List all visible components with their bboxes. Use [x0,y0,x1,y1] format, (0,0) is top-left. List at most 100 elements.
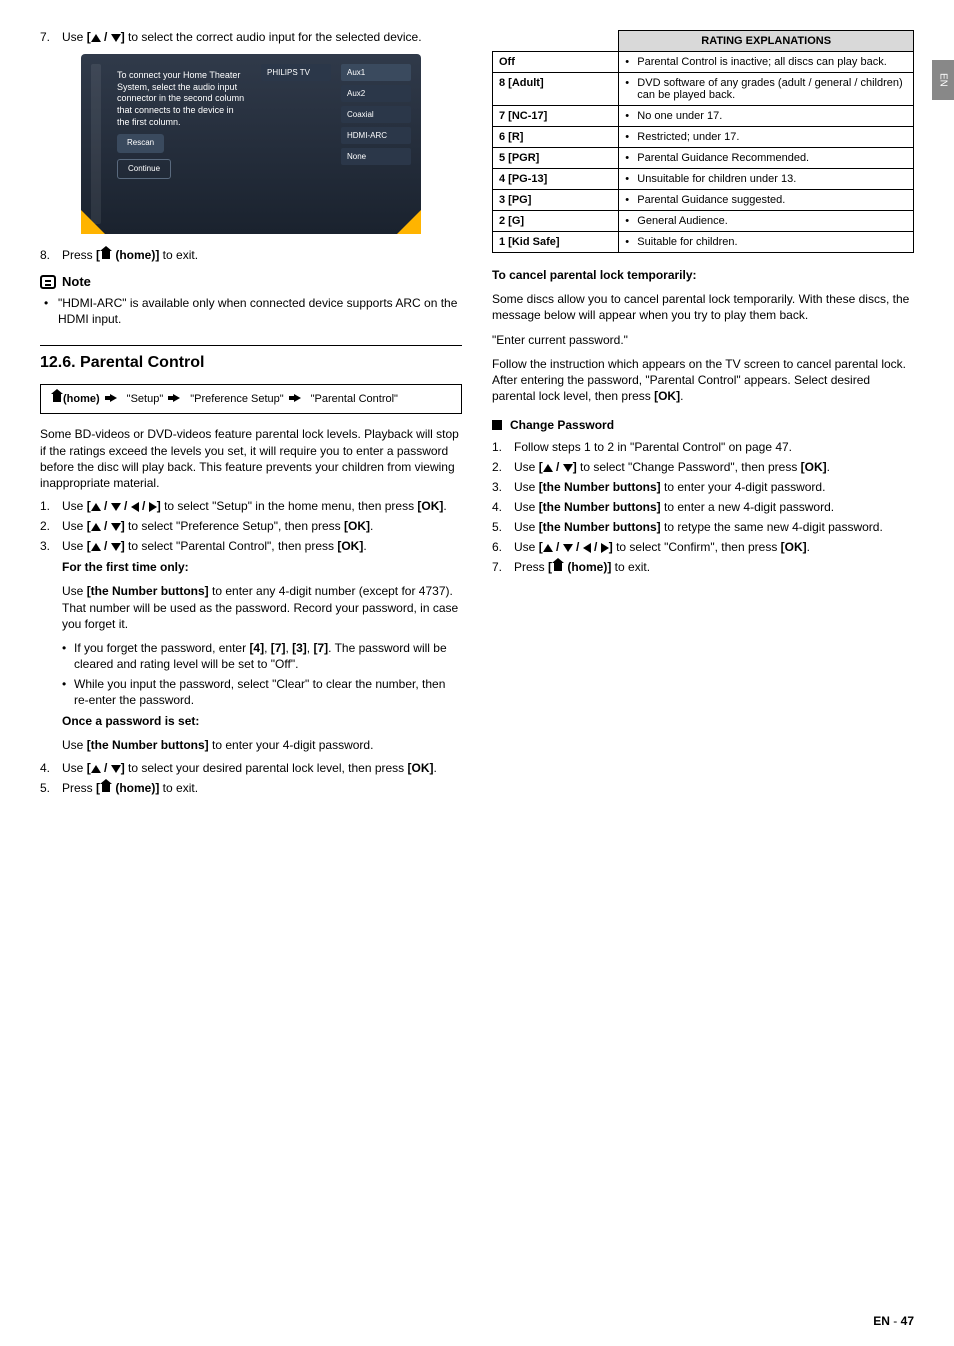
text: . [443,499,446,513]
step-number: 4. [40,761,62,775]
note-icon [40,275,56,289]
text: to select "Change Password", then press [577,460,801,474]
text: Use [62,738,87,752]
text: Use [514,520,539,534]
code: [3] [292,641,307,655]
audio-option[interactable]: None [341,148,411,165]
first-time-heading: For the first time only: [62,559,462,575]
intro-paragraph: Some BD-videos or DVD-videos feature par… [40,426,462,491]
list-item: •While you input the password, select "C… [62,676,462,708]
rescan-button[interactable]: Rescan [117,134,164,152]
text: Press [62,781,96,795]
first-time-block: For the first time only: Use [the Number… [62,559,462,753]
step-number: 1. [40,499,62,513]
up-arrow-icon [543,544,553,552]
down-arrow-icon [563,544,573,552]
note-heading: Note [40,274,462,289]
rating-value: Parental Guidance suggested. [637,194,785,206]
up-arrow-icon [91,543,101,551]
text: . [363,539,366,553]
first-time-body: Use [the Number buttons] to enter any 4-… [62,583,462,632]
audio-option[interactable]: Aux2 [341,85,411,102]
instruction-panel: To connect your Home Theater System, sel… [111,64,251,224]
continue-button[interactable]: Continue [117,159,171,179]
nav-preference: "Preference Setup" [190,393,283,405]
rating-key: 6 [R] [493,127,619,148]
down-arrow-icon [111,34,121,42]
step-number: 8. [40,248,62,262]
down-arrow-icon [111,503,121,511]
text: Use [62,539,87,553]
audio-option[interactable]: Aux1 [341,64,411,81]
step-text: Use [ / / / ] to select "Setup" in the h… [62,499,462,513]
text: Use [514,540,539,554]
step-3: 3. Use [ / ] to select "Parental Control… [40,539,462,553]
text: If you forget the password, enter [74,641,249,655]
rating-value: Parental Guidance Recommended. [637,152,809,164]
right-arrow-icon [601,543,609,553]
cancel-heading: To cancel parental lock temporarily: [492,267,914,283]
left-column: 7. Use [ / ] to select the correct audio… [40,30,462,801]
down-arrow-icon [111,523,121,531]
left-arrow-icon [583,543,591,553]
step-text: Press [ (home)] to exit. [514,560,914,574]
section-title: 12.6. Parental Control [40,354,462,372]
up-arrow-icon [91,765,101,773]
step-text: Use [ / ] to select "Change Password", t… [514,460,914,474]
text: Use [62,584,87,598]
text: Use [514,480,539,494]
table-row: 5 [PGR]•Parental Guidance Recommended. [493,148,914,169]
text: to enter your 4-digit password. [209,738,374,752]
table-row: Off•Parental Control is inactive; all di… [493,52,914,73]
rating-key: 7 [NC-17] [493,106,619,127]
text: Use [514,460,539,474]
home-label: (home)] [564,560,611,574]
step-number: 3. [492,480,514,494]
step-number: 5. [40,781,62,795]
text: to select "Parental Control", then press [125,539,338,553]
arrow-right-icon [110,394,117,402]
ok-label: [OK] [408,761,434,775]
left-arrow-icon [131,502,139,512]
rating-value: Restricted; under 17. [637,131,739,143]
footer-lang: EN [873,1314,890,1328]
sep: / [101,30,111,44]
number-buttons-label: [the Number buttons] [539,520,661,534]
text: Use [62,761,87,775]
once-set-heading: Once a password is set: [62,713,462,729]
number-buttons-label: [the Number buttons] [539,480,661,494]
arrow-right-icon [294,394,301,402]
change-step-6: 6. Use [ / / / ] to select "Confirm", th… [492,540,914,554]
corner-decor-left [81,210,105,234]
cancel-paragraph-3: Follow the instruction which appears on … [492,356,914,405]
text: to exit. [159,781,198,795]
text: to select your desired parental lock lev… [125,761,408,775]
text: to enter your 4-digit password. [661,480,826,494]
up-arrow-icon [91,523,101,531]
step-text: Use [ / / / ] to select "Confirm", then … [514,540,914,554]
audio-option[interactable]: HDMI-ARC [341,127,411,144]
up-arrow-icon [91,34,101,42]
home-label: (home)] [112,248,159,262]
code: [4] [249,641,264,655]
table-row: 2 [G]•General Audience. [493,211,914,232]
instruction-text: To connect your Home Theater System, sel… [117,70,245,128]
text: to select "Setup" in the home menu, then… [161,499,418,513]
text: to exit. [611,560,650,574]
note-text: "HDMI-ARC" is available only when connec… [58,295,462,327]
rating-key: 4 [PG-13] [493,169,619,190]
step-number: 2. [40,519,62,533]
text: While you input the password, select "Cl… [74,676,462,708]
audio-option[interactable]: Coaxial [341,106,411,123]
step-number: 7. [492,560,514,574]
audio-options-column: Aux1 Aux2 Coaxial HDMI-ARC None [341,64,411,224]
step-number: 7. [40,30,62,44]
once-set-body: Use [the Number buttons] to enter your 4… [62,737,462,753]
ok-label: [OK] [337,539,363,553]
code: [7] [271,641,286,655]
text: . [807,540,810,554]
change-step-2: 2. Use [ / ] to select "Change Password"… [492,460,914,474]
ok-label: [OK] [781,540,807,554]
table-row: 4 [PG-13]•Unsuitable for children under … [493,169,914,190]
step-text: Use [the Number buttons] to enter a new … [514,500,914,514]
